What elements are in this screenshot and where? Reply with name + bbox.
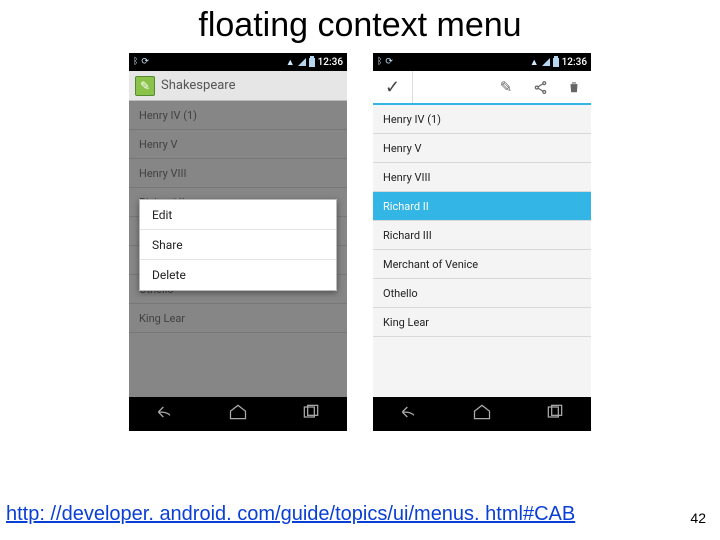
check-icon: ✓ [385,77,400,98]
play-list: Henry IV (1) Henry V Henry VIII Richard … [373,105,591,397]
nav-bar [129,397,347,431]
bluetooth-icon: ᛒ [377,57,382,67]
list-item[interactable]: Othello [373,279,591,308]
home-button[interactable] [472,402,492,426]
contextual-action-bar: ✓ ✎ [373,71,591,105]
status-bar: ᛒ ⟳ ▲ 12:36 [373,53,591,71]
share-action[interactable] [523,71,557,103]
app-icon: ✎ [135,76,155,96]
status-bar: ᛒ ⟳ ▲ 12:36 [129,53,347,71]
list-item[interactable]: Henry VIII [373,163,591,192]
list-item[interactable]: Merchant of Venice [373,250,591,279]
clock: 12:36 [562,57,587,68]
edit-action[interactable]: ✎ [489,71,523,103]
floating-context-menu: Edit Share Delete [139,199,337,291]
page-number: 42 [690,510,706,526]
delete-action[interactable] [557,71,591,103]
sync-icon: ⟳ [141,57,149,67]
back-button[interactable] [155,402,175,426]
slide-title: floating context menu [0,0,720,45]
recent-button[interactable] [301,402,321,426]
menu-item-edit[interactable]: Edit [140,200,336,230]
trash-icon [567,80,581,94]
bluetooth-icon: ᛒ [133,57,138,67]
phone-screenshots: ᛒ ⟳ ▲ 12:36 ✎ Shakespeare Henry IV (1) H… [0,53,720,431]
phone-contextual-action-bar: ᛒ ⟳ ▲ 12:36 ✓ ✎ [373,53,591,431]
menu-item-delete[interactable]: Delete [140,260,336,290]
phone-floating-menu: ᛒ ⟳ ▲ 12:36 ✎ Shakespeare Henry IV (1) H… [129,53,347,431]
signal-icon [298,58,306,66]
menu-item-share[interactable]: Share [140,230,336,260]
sync-icon: ⟳ [385,57,393,67]
app-bar: ✎ Shakespeare [129,71,347,101]
list-item[interactable]: Richard II [373,192,591,221]
list-item[interactable]: King Lear [373,308,591,337]
clock: 12:36 [318,57,343,68]
done-button[interactable]: ✓ [373,71,413,103]
recent-button[interactable] [545,402,565,426]
nav-bar [373,397,591,431]
pencil-icon: ✎ [500,78,513,96]
share-icon [533,80,548,95]
back-button[interactable] [399,402,419,426]
wifi-icon: ▲ [286,57,295,68]
app-title: Shakespeare [161,78,235,93]
battery-icon [309,58,315,67]
home-button[interactable] [228,402,248,426]
list-item[interactable]: Henry IV (1) [373,105,591,134]
list-item[interactable]: Henry V [373,134,591,163]
battery-icon [553,58,559,67]
list-item[interactable]: Richard III [373,221,591,250]
signal-icon [542,58,550,66]
wifi-icon: ▲ [530,57,539,68]
source-link[interactable]: http: //developer. android. com/guide/to… [6,503,575,526]
